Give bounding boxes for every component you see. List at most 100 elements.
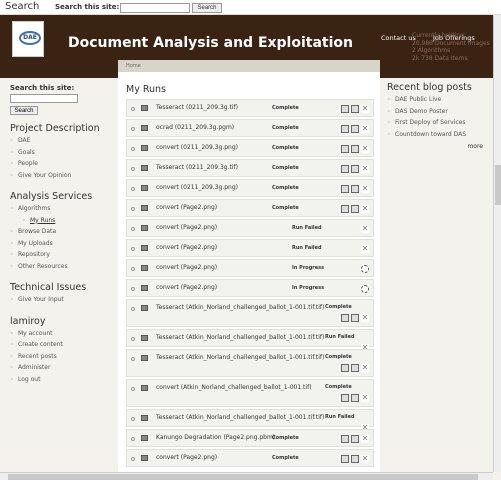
run-select-radio[interactable] xyxy=(131,307,135,311)
nav-item-give-opinion[interactable]: Give Your Opinion xyxy=(10,172,110,184)
view-result-icon[interactable] xyxy=(341,165,349,173)
download-icon[interactable] xyxy=(351,435,359,443)
horizontal-scroll-thumb[interactable] xyxy=(8,474,478,480)
delete-icon[interactable]: ✕ xyxy=(361,225,369,233)
delete-icon[interactable]: ✕ xyxy=(361,455,369,463)
delete-icon[interactable]: ✕ xyxy=(361,125,369,133)
run-select-radio[interactable] xyxy=(131,457,135,461)
delete-icon[interactable]: ✕ xyxy=(361,435,369,443)
run-name[interactable]: Tesseract (Atkin_Norland_challenged_ball… xyxy=(156,304,324,311)
progress-spinner-icon[interactable] xyxy=(361,265,369,273)
sidebar-search-input[interactable] xyxy=(10,94,78,103)
run-select-radio[interactable] xyxy=(131,227,135,231)
run-name[interactable]: convert (Atkin_Norland_challenged_ballot… xyxy=(156,384,312,391)
site-logo[interactable]: DAE xyxy=(12,21,44,57)
blog-post-link[interactable]: Countdown toward DAS xyxy=(387,131,493,143)
download-icon[interactable] xyxy=(351,314,359,322)
download-icon[interactable] xyxy=(351,165,359,173)
contact-us-link[interactable]: Contact us xyxy=(381,34,416,42)
delete-icon[interactable]: ✕ xyxy=(361,394,369,402)
sidebar-search-button[interactable]: Search xyxy=(10,106,38,115)
nav-item-administer[interactable]: Administer xyxy=(10,364,110,376)
run-name[interactable]: convert (0211_209.3g.png) xyxy=(156,144,238,151)
nav-item-browse-data[interactable]: Browse Data xyxy=(10,228,110,240)
top-search-button[interactable]: Search xyxy=(192,3,222,13)
nav-item-my-uploads[interactable]: My Uploads xyxy=(10,240,110,252)
delete-icon[interactable]: ✕ xyxy=(361,364,369,372)
more-link[interactable]: more xyxy=(387,143,493,150)
vertical-scrollbar[interactable] xyxy=(493,15,501,472)
blog-post-link[interactable]: DAE Public Live xyxy=(387,96,493,108)
nav-item-goals[interactable]: Goals xyxy=(10,149,110,161)
download-icon[interactable] xyxy=(351,455,359,463)
run-select-radio[interactable] xyxy=(131,267,135,271)
view-result-icon[interactable] xyxy=(341,314,349,322)
delete-icon[interactable]: ✕ xyxy=(361,245,369,253)
progress-spinner-icon[interactable] xyxy=(361,285,369,293)
download-icon[interactable] xyxy=(351,125,359,133)
run-name[interactable]: convert (Page2.png) xyxy=(156,244,217,251)
nav-item-other-resources[interactable]: Other Resources xyxy=(10,263,110,275)
download-icon[interactable] xyxy=(351,394,359,402)
nav-item-recent-posts[interactable]: Recent posts xyxy=(10,353,110,365)
run-name[interactable]: Tesseract (0211_209.3g.tif) xyxy=(156,164,238,171)
delete-icon[interactable]: ✕ xyxy=(361,145,369,153)
view-result-icon[interactable] xyxy=(341,394,349,402)
delete-icon[interactable]: ✕ xyxy=(361,165,369,173)
breadcrumb-home[interactable]: Home xyxy=(126,63,141,69)
horizontal-scrollbar[interactable] xyxy=(0,472,493,480)
run-select-radio[interactable] xyxy=(131,437,135,441)
run-select-radio[interactable] xyxy=(131,287,135,291)
run-select-radio[interactable] xyxy=(131,387,135,391)
download-icon[interactable] xyxy=(351,145,359,153)
download-icon[interactable] xyxy=(351,185,359,193)
download-icon[interactable] xyxy=(351,364,359,372)
run-name[interactable]: convert (Page2.png) xyxy=(156,224,217,231)
view-result-icon[interactable] xyxy=(341,205,349,213)
vertical-scroll-thumb[interactable] xyxy=(495,165,501,205)
nav-item-repository[interactable]: Repository xyxy=(10,251,110,263)
run-name[interactable]: convert (0211_209.3g.png) xyxy=(156,184,238,191)
nav-item-algorithms[interactable]: Algorithms xyxy=(10,205,110,217)
run-select-radio[interactable] xyxy=(131,127,135,131)
run-select-radio[interactable] xyxy=(131,187,135,191)
delete-icon[interactable]: ✕ xyxy=(361,314,369,322)
run-name[interactable]: convert (Page2.png) xyxy=(156,204,217,211)
blog-post-link[interactable]: First Deploy of Services xyxy=(387,119,493,131)
nav-item-create-content[interactable]: Create content xyxy=(10,341,110,353)
run-name[interactable]: Tesseract (Atkin_Norland_challenged_ball… xyxy=(156,334,324,341)
site-name[interactable]: Document Analysis and Exploitation xyxy=(68,35,353,51)
run-select-radio[interactable] xyxy=(131,107,135,111)
top-search-input[interactable] xyxy=(120,3,190,13)
run-name[interactable]: ocrad (0211_209.3g.pgm) xyxy=(156,124,234,131)
download-icon[interactable] xyxy=(351,105,359,113)
view-result-icon[interactable] xyxy=(341,105,349,113)
view-result-icon[interactable] xyxy=(341,125,349,133)
nav-item-people[interactable]: People xyxy=(10,160,110,172)
run-name[interactable]: Tesseract (Atkin_Norland_challenged_ball… xyxy=(156,414,324,421)
view-result-icon[interactable] xyxy=(341,364,349,372)
run-name[interactable]: Kanungo Degradation (Page2.png.pbm) xyxy=(156,434,275,441)
blog-post-link[interactable]: DAS Demo Poster xyxy=(387,108,493,120)
run-name[interactable]: convert (Page2.png) xyxy=(156,284,217,291)
view-result-icon[interactable] xyxy=(341,145,349,153)
run-select-radio[interactable] xyxy=(131,147,135,151)
nav-item-my-runs[interactable]: My Runs xyxy=(10,217,110,229)
nav-item-dae[interactable]: DAE xyxy=(10,137,110,149)
run-select-radio[interactable] xyxy=(131,207,135,211)
view-result-icon[interactable] xyxy=(341,185,349,193)
run-select-radio[interactable] xyxy=(131,337,135,341)
run-select-radio[interactable] xyxy=(131,167,135,171)
nav-item-my-account[interactable]: My account xyxy=(10,330,110,342)
view-result-icon[interactable] xyxy=(341,455,349,463)
run-select-radio[interactable] xyxy=(131,417,135,421)
run-select-radio[interactable] xyxy=(131,247,135,251)
delete-icon[interactable]: ✕ xyxy=(361,185,369,193)
view-result-icon[interactable] xyxy=(341,435,349,443)
delete-icon[interactable]: ✕ xyxy=(361,205,369,213)
nav-item-give-input[interactable]: Give Your Input xyxy=(10,296,110,308)
run-name[interactable]: convert (Page2.png) xyxy=(156,264,217,271)
run-name[interactable]: Tesseract (0211_209.3g.tif) xyxy=(156,104,238,111)
delete-icon[interactable]: ✕ xyxy=(361,105,369,113)
run-select-radio[interactable] xyxy=(131,357,135,361)
